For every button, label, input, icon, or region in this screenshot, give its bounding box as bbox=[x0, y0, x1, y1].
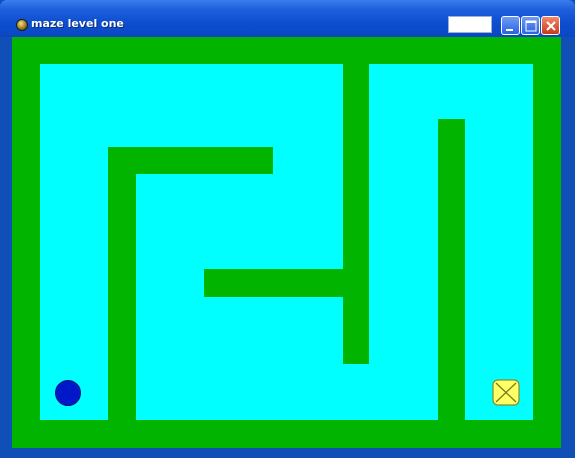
app-icon[interactable] bbox=[16, 19, 28, 31]
window-title: maze level one bbox=[31, 17, 124, 30]
title-bar[interactable]: maze level one bbox=[0, 0, 575, 37]
goal-icon[interactable] bbox=[492, 379, 520, 406]
title-bar-blank-box bbox=[448, 16, 492, 33]
minimize-icon bbox=[506, 29, 513, 31]
maze-wall-left-vertical bbox=[108, 147, 136, 420]
maze-wall-right-vertical bbox=[438, 119, 465, 420]
minimize-button[interactable] bbox=[501, 16, 520, 35]
close-button[interactable] bbox=[541, 16, 560, 35]
maze-wall-top-center bbox=[343, 64, 369, 364]
close-icon bbox=[546, 21, 556, 31]
player-ball[interactable] bbox=[55, 380, 81, 406]
maze-wall-center-horizontal bbox=[204, 269, 369, 297]
maze-board bbox=[12, 37, 561, 448]
maximize-icon bbox=[525, 20, 537, 32]
game-window: maze level one bbox=[0, 0, 575, 458]
maximize-button[interactable] bbox=[521, 16, 540, 35]
